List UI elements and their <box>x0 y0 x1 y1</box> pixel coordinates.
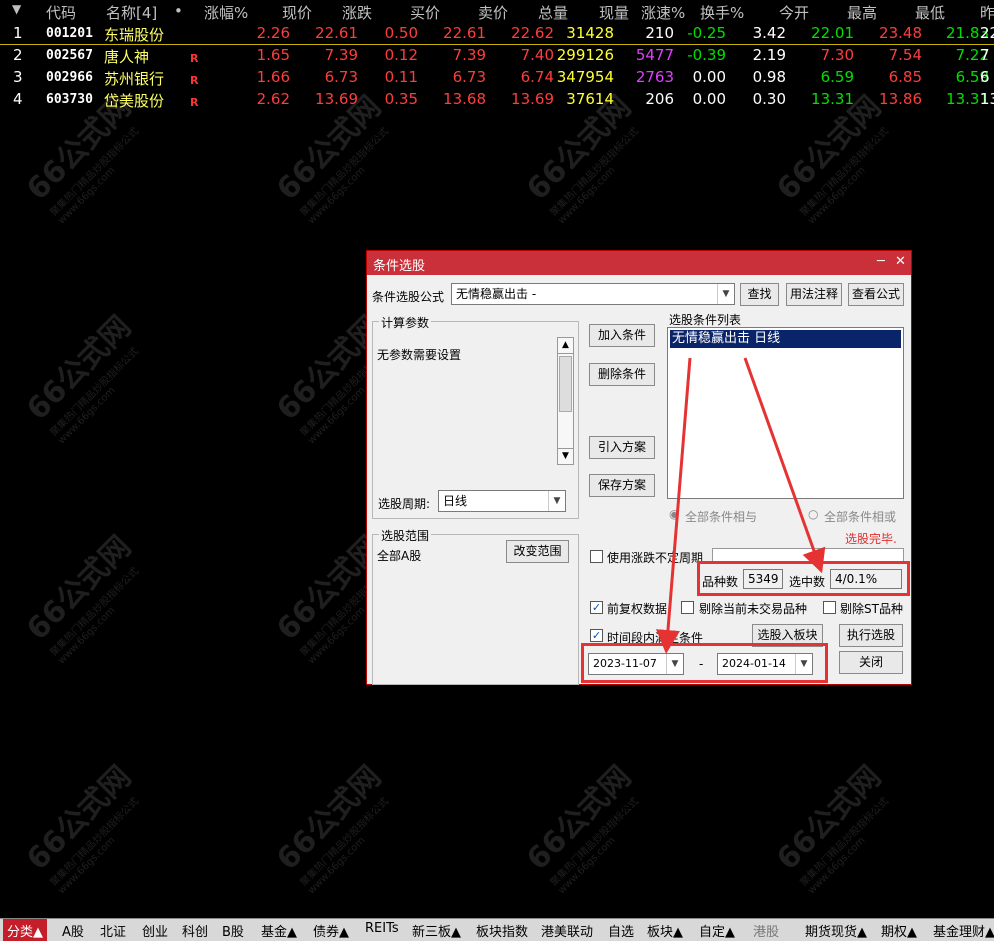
tab-1[interactable]: A股 <box>62 921 84 940</box>
tab-4[interactable]: 科创 <box>182 921 208 940</box>
bottom-tab-bar: 分类▲ A股 北证 创业 科创 B股 基金▲ 债券▲ REITs 新三板▲ 板块指数 港美联动 自选 板块… <box>0 918 994 941</box>
arrow-to-dates <box>656 357 692 654</box>
annotation-arrows <box>656 357 826 654</box>
tab-9[interactable]: 新三板▲ <box>412 921 461 940</box>
tab-7[interactable]: 债券▲ <box>313 921 349 940</box>
tab-12[interactable]: 自选 <box>608 921 634 940</box>
tab-18[interactable]: 基金理财▲ <box>933 921 994 940</box>
tab-15[interactable]: 港股 <box>753 921 779 940</box>
tab-17[interactable]: 期权▲ <box>881 921 917 940</box>
tab-14[interactable]: 自定▲ <box>699 921 735 940</box>
tab-10[interactable]: 板块指数 <box>476 921 528 940</box>
tab-5[interactable]: B股 <box>222 921 244 940</box>
tab-8[interactable]: REITs <box>365 921 399 936</box>
tab-2[interactable]: 北证 <box>100 921 126 940</box>
arrow-to-count <box>743 357 826 574</box>
tab-16[interactable]: 期货现货▲ <box>805 921 867 940</box>
tab-13[interactable]: 板块▲ <box>647 921 683 940</box>
tab-3[interactable]: 创业 <box>142 921 168 940</box>
tab-0[interactable]: 分类▲ <box>3 919 47 941</box>
tab-11[interactable]: 港美联动 <box>541 921 593 940</box>
tab-6[interactable]: 基金▲ <box>261 921 297 940</box>
